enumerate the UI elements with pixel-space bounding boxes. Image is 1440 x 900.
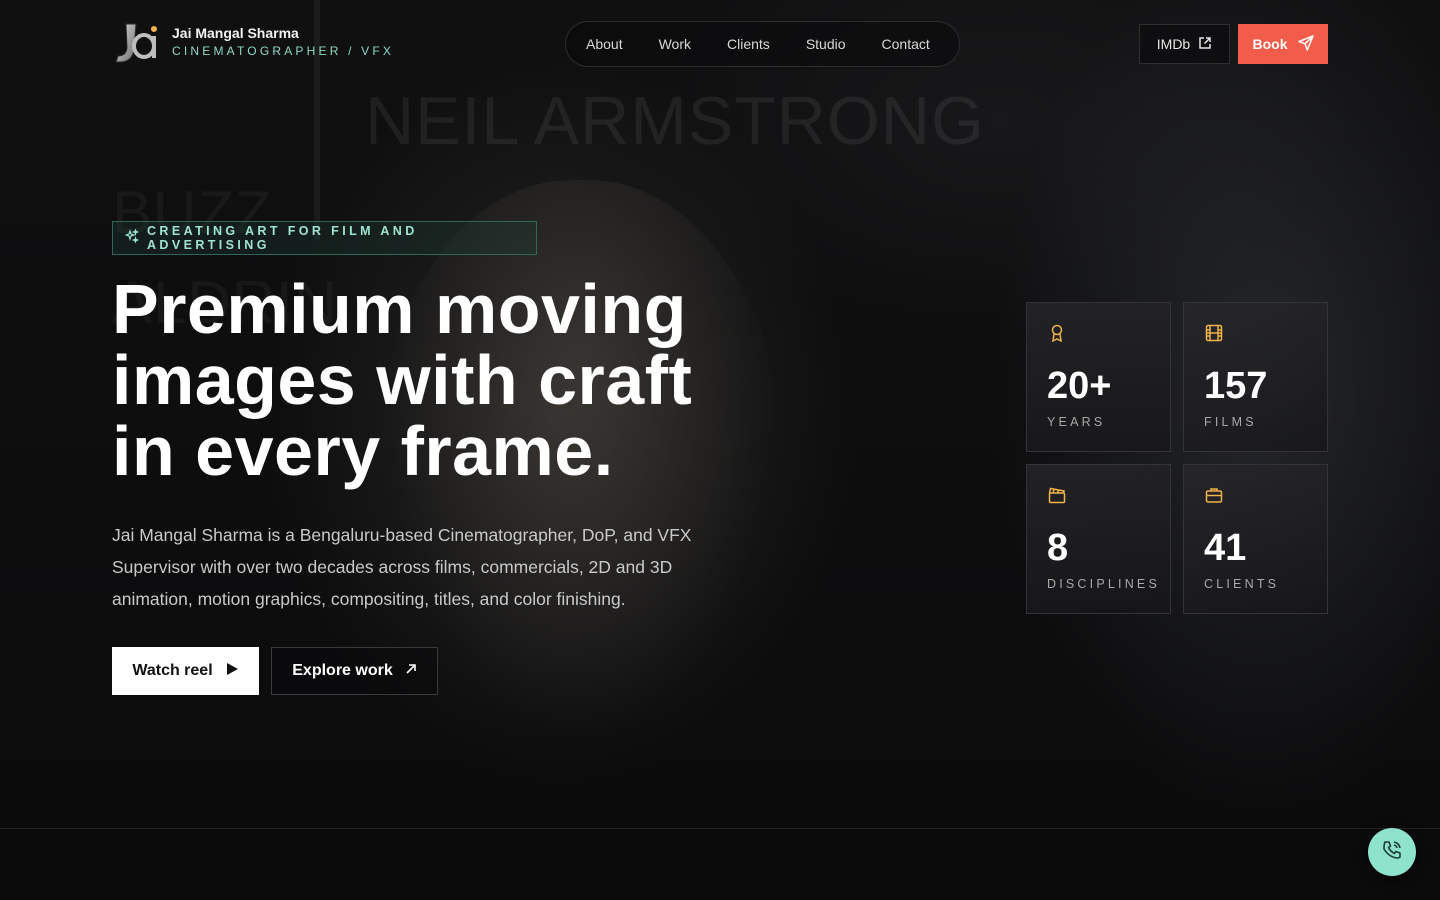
explore-work-button[interactable]: Explore work (271, 647, 438, 695)
imdb-button[interactable]: IMDb (1139, 24, 1230, 64)
briefcase-icon (1204, 485, 1224, 505)
hero-headline-line-2: images with craft (112, 341, 693, 419)
nav-work[interactable]: Work (659, 36, 691, 52)
stat-card-clients: 41 CLIENTS (1183, 464, 1328, 614)
explore-work-label: Explore work (292, 662, 393, 679)
nav-about[interactable]: About (586, 36, 623, 52)
play-icon (225, 662, 239, 681)
background-poster-title: NEIL ARMSTRONG (365, 83, 985, 159)
stat-value: 20+ (1047, 365, 1112, 407)
brand-subtitle: CINEMATOGRAPHER / VFX (172, 44, 395, 58)
hero-description: Jai Mangal Sharma is a Bengaluru-based C… (112, 525, 692, 609)
brand-logo (112, 20, 160, 66)
brand[interactable]: Jai Mangal Sharma CINEMATOGRAPHER / VFX (112, 20, 394, 66)
stat-card-disciplines: 8 DISCIPLINES (1026, 464, 1171, 614)
stat-value: 157 (1204, 365, 1268, 407)
stat-label: CLIENTS (1204, 577, 1280, 591)
stat-label: FILMS (1204, 415, 1257, 429)
arrow-up-right-icon (405, 662, 417, 680)
stat-value: 41 (1204, 527, 1247, 569)
main-nav: About Work Clients Studio Contact (565, 21, 960, 67)
book-button-label: Book (1252, 36, 1288, 52)
award-icon (1047, 323, 1067, 343)
stat-value: 8 (1047, 527, 1069, 569)
nav-clients[interactable]: Clients (727, 36, 770, 52)
nav-contact[interactable]: Contact (882, 36, 930, 52)
watch-reel-button[interactable]: Watch reel (112, 647, 259, 695)
clapperboard-icon (1047, 485, 1067, 505)
film-icon (1204, 323, 1224, 343)
imdb-button-label: IMDb (1156, 36, 1191, 52)
stat-label: DISCIPLINES (1047, 577, 1161, 591)
nav-studio[interactable]: Studio (806, 36, 846, 52)
hero-headline-line-3: in every frame. (112, 412, 614, 490)
stat-card-years: 20+ YEARS (1026, 302, 1171, 452)
phone-call-icon (1381, 839, 1403, 866)
stat-label: YEARS (1047, 415, 1106, 429)
brand-name: Jai Mangal Sharma (172, 25, 299, 41)
call-button[interactable] (1368, 828, 1416, 876)
stat-card-films: 157 FILMS (1183, 302, 1328, 452)
external-link-icon (1198, 36, 1212, 53)
book-button[interactable]: Book (1238, 24, 1328, 64)
hero-headline: Premium moving images with craft in ever… (112, 274, 832, 487)
send-icon (1297, 34, 1314, 54)
next-section (0, 828, 1440, 900)
watch-reel-label: Watch reel (132, 662, 213, 679)
site-header: Jai Mangal Sharma CINEMATOGRAPHER / VFX … (0, 0, 1440, 88)
sparkles-icon (124, 227, 140, 248)
hero-eyebrow-badge: CREATING ART FOR FILM AND ADVERTISING (112, 221, 537, 255)
hero-eyebrow-text: CREATING ART FOR FILM AND ADVERTISING (147, 224, 418, 252)
hero-headline-line-1: Premium moving (112, 270, 687, 348)
